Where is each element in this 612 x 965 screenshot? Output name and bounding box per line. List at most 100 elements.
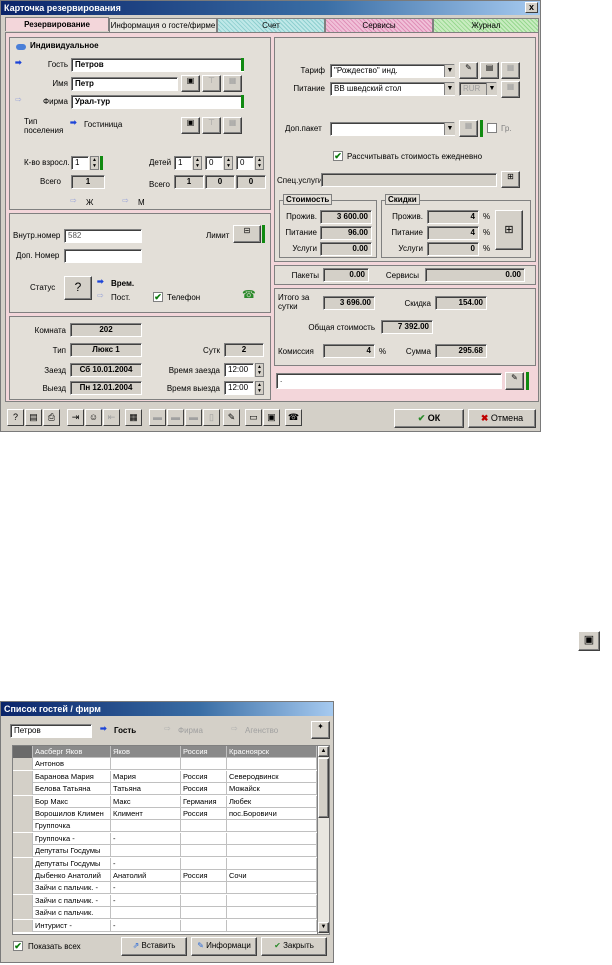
children-spinner-1[interactable]: ▲ ▼	[193, 156, 202, 170]
guest-icon[interactable]: ☺	[85, 409, 102, 426]
scroll-up-icon[interactable]: ▲	[318, 746, 329, 757]
name-grid-button[interactable]: ▦	[223, 75, 242, 92]
table-row[interactable]: Интурист --	[13, 919, 317, 932]
extra-package-button[interactable]: ▦	[459, 120, 478, 137]
mode-guest-label[interactable]: Гость	[114, 726, 136, 735]
tab-guest-info[interactable]: Информация о госте/фирме	[109, 18, 217, 32]
table-scrollbar[interactable]: ▲ ▼	[317, 746, 329, 934]
comment-input[interactable]: .	[276, 373, 502, 389]
status-temp-label[interactable]: Врем.	[111, 279, 134, 288]
cancel-button[interactable]: ✖ Отмена	[468, 409, 536, 428]
placement-tool-button[interactable]: ⊤	[202, 117, 221, 134]
phone-checkbox[interactable]: ✔	[153, 292, 163, 302]
show-all-checkbox[interactable]: ✔	[13, 941, 23, 951]
scroll-thumb[interactable]	[318, 758, 329, 818]
table-row[interactable]: Зайчи с пальчик. --	[13, 894, 317, 907]
checkin-icon[interactable]: ⇥	[67, 409, 84, 426]
table-row[interactable]: Группочка	[13, 820, 317, 833]
name-book-button[interactable]: ▣	[181, 75, 200, 92]
extra-package-select[interactable]	[330, 122, 455, 136]
meal-chevron-down-icon[interactable]: ▼	[444, 83, 455, 95]
children-input-2[interactable]: 0	[205, 156, 223, 170]
mode-agency-label[interactable]: Агенство	[245, 726, 278, 735]
edit-icon[interactable]: ✎	[223, 409, 240, 426]
adults-spinner[interactable]: ▲ ▼	[90, 156, 99, 170]
table-row[interactable]: Депутаты Госдумы	[13, 845, 317, 858]
tool-icon-4[interactable]: ▯	[203, 409, 220, 426]
group-checkbox[interactable]	[487, 123, 497, 133]
arrival-time-input[interactable]: 12:00	[224, 363, 254, 377]
image-icon[interactable]: ▣	[263, 409, 280, 426]
calculator-icon[interactable]: ▦	[125, 409, 142, 426]
extra-package-chevron-down-icon[interactable]: ▼	[444, 123, 455, 135]
firm-input[interactable]: Урал-тур	[71, 95, 244, 109]
table-row[interactable]: Зайчи с пальчик. --	[13, 882, 317, 895]
adults-input[interactable]: 1	[71, 156, 89, 170]
limit-button[interactable]: ⊟	[233, 225, 261, 243]
placement-grid-button[interactable]: ▦	[223, 117, 242, 134]
currency-chevron-down-icon[interactable]: ▼	[486, 83, 497, 95]
discount-edit-button[interactable]: ⊞	[495, 210, 523, 250]
table-row[interactable]: Депутаты Госдумы -	[13, 857, 317, 870]
close-icon[interactable]: x	[525, 2, 538, 13]
book-icon[interactable]: ▣	[578, 631, 600, 651]
table-row[interactable]: Антонов	[13, 758, 317, 771]
name-tool-button[interactable]: ⊤	[202, 75, 221, 92]
scroll-down-icon[interactable]: ▼	[318, 922, 329, 933]
table-row[interactable]: Бор Макс Макс Германия Любек	[13, 795, 317, 808]
meal-grid-button[interactable]: ▦	[501, 81, 520, 98]
status-perm-label[interactable]: Пост.	[111, 293, 130, 302]
table-row[interactable]: Аасберг Яков Яков Россия Красноярск	[13, 746, 317, 758]
table-row[interactable]: Белова Татьяна Татьяна Россия Можайск	[13, 783, 317, 796]
status-help-button[interactable]: ?	[64, 276, 92, 300]
tariff-edit-button[interactable]: ✎	[459, 62, 478, 79]
ok-button[interactable]: ✔ ОК	[394, 409, 464, 428]
placement-book-button[interactable]: ▣	[181, 117, 200, 134]
spec-services-input[interactable]	[321, 173, 497, 187]
tariff-chevron-down-icon[interactable]: ▼	[444, 65, 455, 77]
guest-input[interactable]: Петров	[71, 58, 244, 72]
tariff-doc-button[interactable]: ▤	[480, 62, 499, 79]
table-row[interactable]: Дыбенко Анатолий Анатолий Россия Сочи	[13, 870, 317, 882]
table-row[interactable]: Группочка --	[13, 832, 317, 845]
card-icon[interactable]: ▤	[25, 409, 42, 426]
extra-number-input[interactable]	[64, 249, 142, 263]
new-guest-button[interactable]: ✦	[311, 721, 330, 739]
children-input-1[interactable]: 1	[174, 156, 192, 170]
tab-bill[interactable]: Счет	[217, 18, 325, 32]
tab-journal[interactable]: Журнал	[433, 18, 539, 32]
guest-search-input[interactable]: Петров	[10, 724, 92, 738]
tool-icon-1[interactable]: ▬	[149, 409, 166, 426]
tariff-grid-button[interactable]: ▦	[501, 62, 520, 79]
tool-icon-3[interactable]: ▬	[185, 409, 202, 426]
internal-number-input[interactable]: 582	[64, 229, 142, 243]
table-row[interactable]: Баранова Мария Мария Россия Северодвинск	[13, 770, 317, 783]
move-icon[interactable]: ⇤	[103, 409, 120, 426]
spec-services-button[interactable]: ⊞	[501, 171, 520, 188]
phone-icon[interactable]: ☎	[242, 288, 256, 301]
table-row[interactable]: Зайчи с пальчик.	[13, 907, 317, 920]
tab-services[interactable]: Сервисы	[325, 18, 433, 32]
comment-edit-button[interactable]: ✎	[505, 372, 524, 390]
help-icon[interactable]: ?	[7, 409, 24, 426]
name-input[interactable]: Петр	[71, 77, 178, 91]
close-button[interactable]: ✔ Закрыть	[261, 937, 327, 956]
phone-toolbar-icon[interactable]: ☎	[285, 409, 302, 426]
departure-time-input[interactable]: 12:00	[224, 381, 254, 395]
tab-reservation[interactable]: Резервирование	[5, 17, 109, 31]
table-row[interactable]: Ворошилов Климен Климент Россия пос.Борович…	[13, 808, 317, 820]
insert-button[interactable]: ⇗ Вставить	[121, 937, 187, 956]
arrival-time-spinner[interactable]: ▲ ▼	[255, 363, 264, 377]
tariff-select[interactable]: "Рождество" инд.	[330, 64, 455, 78]
children-spinner-3[interactable]: ▲ ▼	[255, 156, 264, 170]
children-input-3[interactable]: 0	[236, 156, 254, 170]
children-spinner-2[interactable]: ▲ ▼	[224, 156, 233, 170]
folder-icon[interactable]: ▭	[245, 409, 262, 426]
mode-firm-label[interactable]: Фирма	[178, 726, 203, 735]
info-button[interactable]: ✎ Информаци	[191, 937, 257, 956]
tool-icon-2[interactable]: ▬	[167, 409, 184, 426]
meal-select[interactable]: BB шведский стол	[330, 82, 455, 96]
print-icon[interactable]: ⎙	[43, 409, 60, 426]
daily-calc-checkbox[interactable]: ✔	[333, 151, 343, 161]
departure-time-spinner[interactable]: ▲ ▼	[255, 381, 264, 395]
